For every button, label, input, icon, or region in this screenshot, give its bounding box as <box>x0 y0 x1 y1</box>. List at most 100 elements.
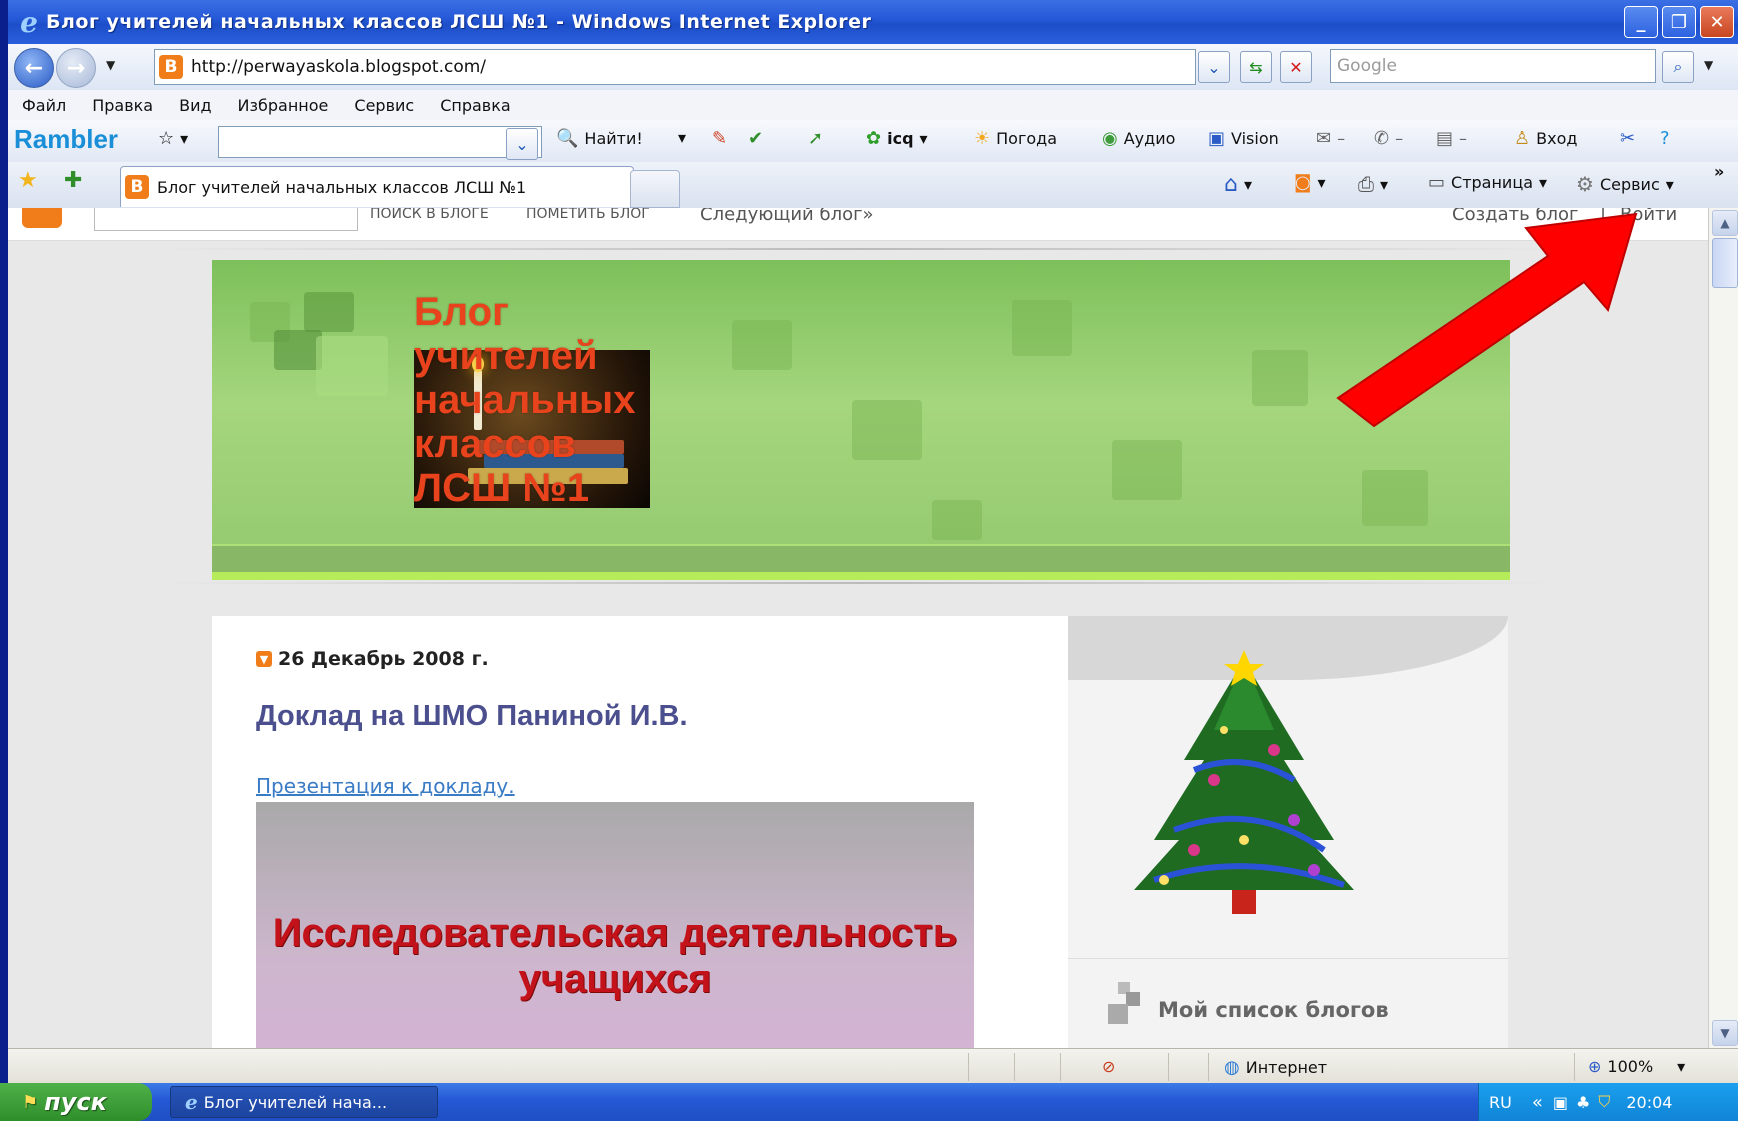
rss-icon: ◙ <box>1294 172 1312 193</box>
tray-app-icon[interactable]: ♣ <box>1576 1093 1590 1112</box>
blogger-logo-icon[interactable] <box>22 208 62 228</box>
vertical-scrollbar[interactable]: ▲ ▼ <box>1708 208 1738 1048</box>
header-square <box>1112 440 1182 500</box>
menu-help[interactable]: Справка <box>440 96 511 115</box>
search-options-icon[interactable]: ▼ <box>1704 58 1713 72</box>
mail-icon[interactable]: ✉ – <box>1316 128 1345 149</box>
magnifier-icon: 🔍 <box>556 128 579 149</box>
menu-edit[interactable]: Правка <box>92 96 153 115</box>
back-button[interactable]: ← <box>14 48 54 88</box>
icq-flower-icon: ✿ <box>866 128 882 149</box>
tab-blog[interactable]: B Блог учителей начальных классов ЛСШ №1 <box>120 166 634 207</box>
clock[interactable]: 20:04 <box>1626 1093 1672 1112</box>
status-divider <box>1208 1053 1209 1081</box>
windows-flag-icon: ⚑ <box>22 1091 39 1113</box>
login-button[interactable]: ♙ Вход <box>1514 128 1577 149</box>
window-title: Блог учителей начальных классов ЛСШ №1 -… <box>46 11 872 33</box>
settings-tools-icon[interactable]: ✂ <box>1620 128 1635 149</box>
search-input[interactable]: Google <box>1330 49 1656 83</box>
help-icon[interactable]: ? <box>1660 128 1670 149</box>
shield-icon[interactable]: ⛉ <box>1598 1092 1610 1112</box>
title-bar[interactable]: e Блог учителей начальных классов ЛСШ №1… <box>8 0 1738 44</box>
blog-title[interactable]: Блог учителей начальных классов ЛСШ №1 <box>414 290 635 510</box>
minimize-button[interactable]: _ <box>1624 6 1658 38</box>
user-icon: ♙ <box>1514 128 1531 149</box>
flag-blog-link[interactable]: ПОМЕТИТЬ БЛОГ <box>526 208 650 222</box>
presentation-slide-image[interactable]: Исследовательская деятельность учащихся <box>256 802 974 1048</box>
privacy-icon[interactable]: ⊘ <box>1102 1057 1115 1076</box>
header-square <box>852 400 922 460</box>
bookmark-arrow-icon[interactable]: ➚ <box>808 128 823 149</box>
forward-button[interactable]: → <box>56 48 96 88</box>
rambler-search-input[interactable] <box>218 126 542 158</box>
security-zone[interactable]: ◍ Интернет <box>1224 1057 1327 1078</box>
menu-file[interactable]: Файл <box>22 96 66 115</box>
add-favorites-icon[interactable]: ✚ <box>64 168 82 193</box>
photo-icon[interactable]: ▤ – <box>1436 128 1467 149</box>
rambler-find-dropdown-icon[interactable]: ▾ <box>678 128 686 147</box>
vision-icon: ▣ <box>1208 128 1226 149</box>
presentation-link[interactable]: Презентация к докладу. <box>256 774 515 798</box>
rambler-search-dropdown-icon[interactable]: ⌄ <box>506 128 538 160</box>
zoom-icon: ⊕ <box>1588 1057 1602 1076</box>
blog-search-input[interactable] <box>94 208 358 231</box>
toolbar-overflow-icon[interactable]: » <box>1714 162 1724 181</box>
header-bottom-line <box>212 572 1510 580</box>
maximize-button[interactable]: ❐ <box>1662 6 1696 38</box>
header-square <box>1362 470 1428 526</box>
tray-back-icon[interactable]: « <box>1532 1092 1543 1113</box>
chat-icon[interactable]: ✆ – <box>1374 128 1403 149</box>
sun-icon: ☀ <box>974 128 991 149</box>
header-square <box>932 500 982 540</box>
rambler-logo[interactable]: Rambler <box>14 124 118 155</box>
rambler-find-button[interactable]: 🔍 Найти! <box>556 128 643 149</box>
menu-view[interactable]: Вид <box>179 96 211 115</box>
address-bar[interactable]: B http://perwayaskola.blogspot.com/ <box>154 49 1196 85</box>
spellcheck-icon[interactable]: ✔ <box>748 128 763 149</box>
menu-tools[interactable]: Сервис <box>354 96 414 115</box>
scroll-thumb[interactable] <box>1712 238 1738 288</box>
header-square <box>732 320 792 370</box>
history-dropdown-icon[interactable]: ▼ <box>106 58 115 72</box>
audio-button[interactable]: ◉ Аудио <box>1102 128 1175 149</box>
blog-list-icon <box>1108 982 1140 1024</box>
address-url[interactable]: http://perwayaskola.blogspot.com/ <box>191 57 486 77</box>
favorites-star-icon[interactable]: ★ <box>18 168 38 193</box>
language-indicator[interactable]: RU <box>1489 1093 1512 1112</box>
close-button[interactable]: ✕ <box>1700 6 1734 38</box>
header-square <box>304 292 354 332</box>
highlight-pen-icon[interactable]: ✎ <box>712 128 727 149</box>
menu-favorites[interactable]: Избранное <box>238 96 329 115</box>
header-divider-bottom <box>158 582 1558 584</box>
post-title[interactable]: Доклад на ШМО Паниной И.В. <box>256 700 688 733</box>
search-go-icon[interactable]: ⌕ <box>1662 51 1694 83</box>
status-divider <box>968 1053 969 1081</box>
ie-logo-icon: e <box>20 5 38 39</box>
taskbar-ie-icon: e <box>185 1090 198 1114</box>
browser-window: e Блог учителей начальных классов ЛСШ №1… <box>8 0 1738 1083</box>
vision-button[interactable]: ▣ Vision <box>1208 128 1279 149</box>
refresh-icon[interactable]: ⇆ <box>1240 51 1272 83</box>
icq-button[interactable]: ✿ icq ▾ <box>866 128 928 149</box>
search-blog-button[interactable]: ПОИСК В БЛОГЕ <box>370 208 489 222</box>
scroll-down-icon[interactable]: ▼ <box>1712 1020 1738 1046</box>
home-button[interactable]: ⌂ ▾ <box>1224 172 1252 197</box>
zoom-control[interactable]: ⊕ 100% ▾ <box>1588 1057 1685 1076</box>
taskbar-ie-window[interactable]: e Блог учителей нача... <box>170 1086 438 1118</box>
taskbar: ⚑ пуск e Блог учителей нача... RU « ▣ ♣ … <box>0 1083 1738 1121</box>
rambler-star-icon[interactable]: ☆ ▾ <box>158 128 188 149</box>
stop-icon[interactable]: ✕ <box>1280 51 1312 83</box>
next-blog-link[interactable]: Следующий блог» <box>700 208 874 225</box>
feeds-button[interactable]: ◙ ▾ <box>1294 172 1326 193</box>
status-bar: ⊘ ◍ Интернет ⊕ 100% ▾ <box>8 1048 1738 1083</box>
scroll-up-icon[interactable]: ▲ <box>1712 210 1738 236</box>
start-button[interactable]: ⚑ пуск <box>0 1083 152 1121</box>
address-dropdown-icon[interactable]: ⌄ <box>1198 51 1230 83</box>
address-row: ← → ▼ B http://perwayaskola.blogspot.com… <box>8 44 1738 91</box>
audio-icon: ◉ <box>1102 128 1118 149</box>
new-tab-button[interactable] <box>630 170 680 208</box>
weather-button[interactable]: ☀ Погода <box>974 128 1057 149</box>
blog-header: Блог учителей начальных классов ЛСШ №1 <box>212 260 1510 580</box>
network-icon[interactable]: ▣ <box>1553 1093 1568 1112</box>
tab-label: Блог учителей начальных классов ЛСШ №1 <box>157 177 527 197</box>
